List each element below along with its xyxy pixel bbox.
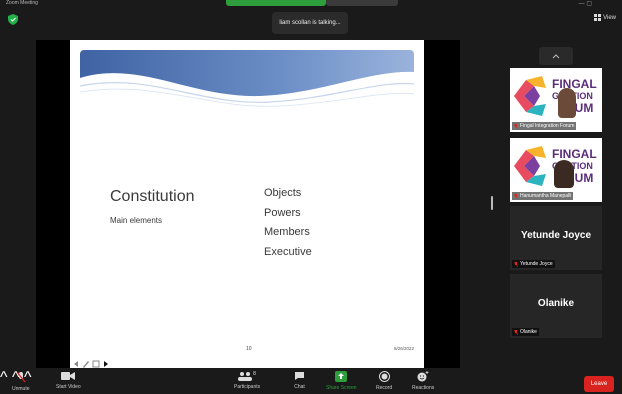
window-title: Zoom Meeting bbox=[6, 0, 38, 6]
participants-label: Participants bbox=[234, 384, 261, 390]
smiley-plus-icon bbox=[417, 371, 429, 382]
participants-button[interactable]: 8 Participants bbox=[234, 371, 260, 390]
leave-button[interactable]: Leave bbox=[584, 376, 614, 392]
reactions-button[interactable]: Reactions bbox=[412, 371, 434, 391]
participant-name: Hanumantha Manepalli bbox=[520, 193, 572, 199]
pen-icon[interactable] bbox=[82, 360, 90, 368]
participant-name: Olanike bbox=[520, 329, 537, 335]
participant-person bbox=[554, 160, 574, 188]
record-icon bbox=[378, 371, 390, 382]
mic-muted-icon bbox=[514, 329, 518, 335]
slide-list-item: Powers bbox=[264, 206, 301, 219]
slide-bullet-list: Objects Powers Members Executive bbox=[264, 184, 312, 262]
title-bar: Zoom Meeting — ▢ bbox=[0, 0, 622, 8]
presentation-slide: Constitution Main elements Objects Power… bbox=[70, 40, 424, 368]
slide-navigation-tools bbox=[72, 359, 110, 368]
talking-indicator: liam scollan is talking... bbox=[272, 12, 348, 34]
share-screen-label: Share Screen bbox=[326, 385, 357, 391]
shared-screen: Constitution Main elements Objects Power… bbox=[36, 40, 460, 368]
slide-date: 8/26/2022 bbox=[393, 346, 414, 351]
participant-name: Yetunde Joyce bbox=[520, 261, 553, 267]
chevron-up-icon bbox=[552, 53, 560, 58]
participant-name-tag: Hanumantha Manepalli bbox=[512, 192, 574, 200]
mic-muted-icon bbox=[16, 371, 26, 383]
participant-display-name: Yetunde Joyce bbox=[520, 230, 592, 241]
mic-muted-icon bbox=[514, 261, 518, 267]
participant-name-tag: Olanike bbox=[512, 328, 539, 336]
logo-text-line: FINGAL bbox=[552, 77, 597, 91]
video-camera-icon bbox=[61, 372, 76, 380]
slide-title: Constitution bbox=[110, 188, 195, 205]
slide-list-item: Members bbox=[264, 226, 310, 238]
mic-muted-icon bbox=[514, 193, 518, 199]
record-label: Record bbox=[376, 385, 393, 391]
share-screen-button[interactable]: Share Screen bbox=[326, 371, 357, 391]
start-video-label: Start Video bbox=[56, 384, 81, 390]
forum-logo-icon bbox=[514, 76, 546, 116]
participant-tile[interactable]: Yetunde Joyce Yetunde Joyce bbox=[510, 206, 602, 270]
grid-view-icon bbox=[594, 14, 602, 21]
mic-muted-icon bbox=[514, 123, 518, 129]
participant-display-name: Olanike bbox=[537, 298, 575, 309]
participant-tile[interactable]: FINGAL GRATION RUM Fingal Integration Fo… bbox=[510, 68, 602, 132]
start-video-button[interactable]: Start Video bbox=[56, 371, 81, 390]
chat-label: Chat bbox=[294, 384, 305, 390]
chat-bubble-icon bbox=[295, 372, 304, 380]
meeting-controls-bar[interactable] bbox=[326, 0, 398, 6]
logo-text-line: FINGAL bbox=[552, 147, 597, 161]
unmute-button[interactable]: Unmute bbox=[12, 371, 30, 392]
slide-banner-wave bbox=[80, 50, 414, 112]
slides-grid-icon[interactable] bbox=[92, 360, 100, 368]
chat-button[interactable]: Chat bbox=[294, 371, 305, 390]
view-button[interactable]: View bbox=[594, 14, 616, 21]
meeting-toolbar: Unmute ^ Start Video ^ 8 Participants ^ … bbox=[0, 369, 622, 394]
scroll-up-button[interactable] bbox=[539, 47, 573, 65]
audio-options-chevron-icon[interactable]: ^ bbox=[0, 369, 8, 386]
next-slide-icon[interactable] bbox=[102, 360, 110, 368]
participants-count: 8 bbox=[253, 371, 256, 377]
forum-logo-icon bbox=[514, 146, 546, 186]
unmute-label: Unmute bbox=[12, 386, 30, 392]
panel-resize-handle[interactable] bbox=[491, 196, 493, 210]
slide-list-item: Executive bbox=[264, 245, 312, 258]
record-button[interactable]: Record bbox=[376, 371, 392, 391]
reactions-label: Reactions bbox=[412, 385, 435, 391]
view-button-label: View bbox=[603, 14, 616, 21]
share-screen-icon bbox=[335, 371, 348, 382]
slide-list-item: Objects bbox=[264, 187, 302, 199]
security-shield-icon[interactable] bbox=[8, 14, 18, 25]
window-controls[interactable]: — ▢ bbox=[579, 0, 592, 7]
slide-subtitle: Main elements bbox=[110, 216, 163, 225]
participant-name: Fingal Integration Forum bbox=[520, 123, 575, 129]
participant-tile[interactable]: FINGAL GRATION RUM Hanumantha Manepalli bbox=[510, 138, 602, 202]
previous-slide-icon[interactable] bbox=[72, 360, 80, 368]
sharing-indicator-bar[interactable] bbox=[226, 0, 326, 6]
participant-name-tag: Fingal Integration Forum bbox=[512, 122, 577, 130]
participants-icon bbox=[238, 372, 253, 381]
participant-name-tag: Yetunde Joyce bbox=[512, 260, 555, 268]
participant-person bbox=[558, 88, 576, 118]
participant-tile[interactable]: Olanike Olanike bbox=[510, 274, 602, 338]
slide-page-number: 10 bbox=[246, 346, 252, 352]
